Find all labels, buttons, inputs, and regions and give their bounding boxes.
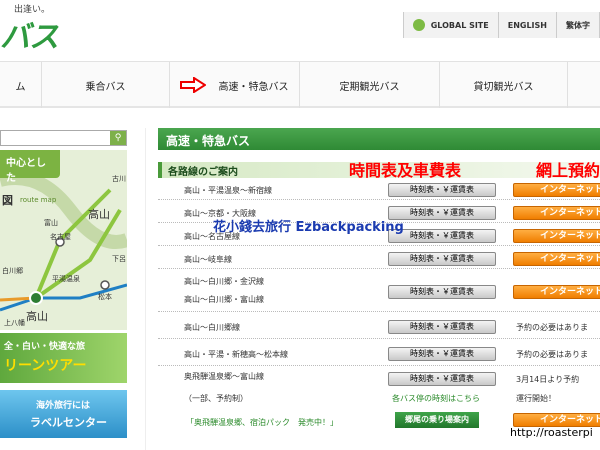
- nav-item-local-bus[interactable]: 乗合バス: [42, 62, 170, 108]
- travel-center-banner[interactable]: 海外旅行には ラベルセンター: [0, 390, 127, 438]
- nav-item-charter-bus[interactable]: 貸切観光バス: [440, 62, 568, 108]
- logo-text: バス: [0, 20, 59, 55]
- reservation-note: 予約の必要はありま: [516, 323, 588, 332]
- route-row: 高山・平湯温泉～新宿線 時刻表・￥運賃表 インターネット: [158, 180, 600, 200]
- route-name: 高山・平湯・新穂高～松本線: [184, 350, 288, 359]
- boarding-guide-button[interactable]: 郷尾の乗り場案内: [395, 412, 479, 428]
- route-map[interactable]: 中心とした 図 route map 古川 高山 白川郷 富山 名古屋 平湯温泉 …: [0, 150, 127, 330]
- place-furukawa: 古川: [112, 175, 126, 183]
- main-content: 高速・特急バス 各路線のご案内 時間表及車費表 網上預約 高山・平湯温泉～新宿線…: [158, 128, 600, 450]
- reservation-note: 3月14日より予約: [516, 375, 580, 384]
- timetable-fare-button[interactable]: 時刻表・￥運賃表: [388, 347, 496, 361]
- travel-center-banner-title: ラベルセンター: [30, 416, 107, 429]
- internet-booking-button[interactable]: インターネット: [513, 285, 600, 299]
- timetable-fare-button[interactable]: 時刻表・￥運賃表: [388, 252, 496, 266]
- place-shirakawago: 白川郷: [2, 267, 23, 275]
- top-links: GLOBAL SITE ENGLISH 繁体字: [402, 12, 600, 38]
- place-matsumoto: 松本: [98, 293, 112, 301]
- nav-item-sightseeing-bus[interactable]: 定期観光バス: [300, 62, 440, 108]
- reservation-note: 予約の必要はありま: [516, 350, 588, 359]
- internet-booking-button[interactable]: インターネット: [513, 183, 600, 197]
- internet-booking-button[interactable]: インターネット: [513, 206, 600, 220]
- traditional-chinese-link[interactable]: 繁体字: [557, 12, 600, 38]
- internet-booking-button[interactable]: インターネット: [513, 229, 600, 243]
- place-toyama: 富山: [44, 219, 58, 227]
- page-title: 高速・特急バス: [158, 128, 600, 150]
- route-map-label: route map: [20, 196, 57, 204]
- route-sub-note: （一部、予約制）: [184, 394, 248, 403]
- source-url: http://roasterpi: [510, 426, 593, 439]
- english-link[interactable]: ENGLISH: [498, 12, 557, 38]
- travel-center-banner-caption: 海外旅行には: [36, 401, 91, 411]
- watermark-text: 花小錢去旅行 Ezbackpacking: [213, 220, 404, 235]
- route-row: 高山・平湯・新穂高～松本線 時刻表・￥運賃表 予約の必要はありま: [158, 342, 600, 366]
- route-name: 高山・平湯温泉～新宿線: [184, 186, 272, 195]
- route-row: 奥飛騨温泉郷～富山線 時刻表・￥運賃表 3月14日より予約 （一部、予約制） 各…: [158, 369, 600, 409]
- place-takayama-main: 高山: [26, 310, 48, 323]
- place-nagoya: 名古屋: [50, 233, 71, 241]
- map-badge: 中心とした: [0, 150, 60, 184]
- nav-item-home[interactable]: ム: [0, 62, 42, 108]
- site-header: 出逢い。 バス GLOBAL SITE ENGLISH 繁体字: [0, 0, 600, 62]
- route-name: 奥飛騨温泉郷～富山線: [184, 372, 264, 381]
- green-tour-banner-caption: 全・白い・快適な旅: [4, 342, 86, 352]
- search-input[interactable]: ⚲: [0, 130, 127, 146]
- timetable-fare-button[interactable]: 時刻表・￥運賃表: [388, 372, 496, 386]
- bus-stop-timetable-link[interactable]: 各バス停の時刻はこちら: [392, 393, 480, 404]
- internet-booking-button[interactable]: インターネット: [513, 252, 600, 266]
- red-arrow-icon: [180, 77, 206, 93]
- column-divider: [145, 128, 146, 450]
- start-service-note: 運行開始！: [516, 394, 556, 403]
- timetable-fare-button[interactable]: 時刻表・￥運賃表: [388, 206, 496, 220]
- green-tour-banner-title: リーンツアー: [4, 358, 87, 374]
- search-icon[interactable]: ⚲: [110, 131, 126, 145]
- timetable-fare-button[interactable]: 時刻表・￥運賃表: [388, 320, 496, 334]
- route-name: 高山～白川郷・金沢線: [184, 277, 264, 286]
- sidebar: ⚲ 中心とした 図 route map 古川 高山 白川郷 富山 名古屋 平湯温…: [0, 128, 130, 450]
- site-logo[interactable]: 出逢い。 バス: [0, 0, 110, 60]
- timetable-fare-button[interactable]: 時刻表・￥運賃表: [388, 229, 496, 243]
- globe-icon: [412, 19, 425, 31]
- route-name: 高山～白川郷線: [184, 323, 240, 332]
- place-gujo-hachiman: 上八幡: [4, 319, 25, 327]
- timetable-fare-button[interactable]: 時刻表・￥運賃表: [388, 285, 496, 299]
- route-name: 高山～岐阜線: [184, 255, 232, 264]
- place-gero: 下呂: [112, 255, 126, 263]
- campaign-link[interactable]: 「奥飛騨温泉郷、宿泊パック 発売中！」: [186, 417, 338, 428]
- main-nav: ム 乗合バス 高速・特急バス 定期観光バス 貸切観光バス: [0, 62, 600, 108]
- place-takayama-north: 高山: [88, 208, 110, 221]
- timetable-fare-button[interactable]: 時刻表・￥運賃表: [388, 183, 496, 197]
- global-site-link[interactable]: GLOBAL SITE: [403, 12, 499, 38]
- route-row: 高山～白川郷・金沢線 高山～白川郷・富山線 時刻表・￥運賃表 インターネット: [158, 272, 600, 312]
- annotation-timetable: 時間表及車費表: [349, 161, 462, 180]
- route-row: 高山～岐阜線 時刻表・￥運賃表 インターネット: [158, 249, 600, 269]
- annotation-online-booking: 網上預約: [536, 161, 600, 180]
- route-row: 高山～白川郷線 時刻表・￥運賃表 予約の必要はありま: [158, 315, 600, 339]
- place-hirayu: 平湯温泉: [52, 275, 80, 283]
- internet-booking-button[interactable]: インターネット: [513, 413, 600, 427]
- map-title: 図: [2, 194, 13, 207]
- green-tour-banner[interactable]: 全・白い・快適な旅 リーンツアー: [0, 333, 127, 383]
- route-name: 高山～白川郷・富山線: [184, 295, 264, 304]
